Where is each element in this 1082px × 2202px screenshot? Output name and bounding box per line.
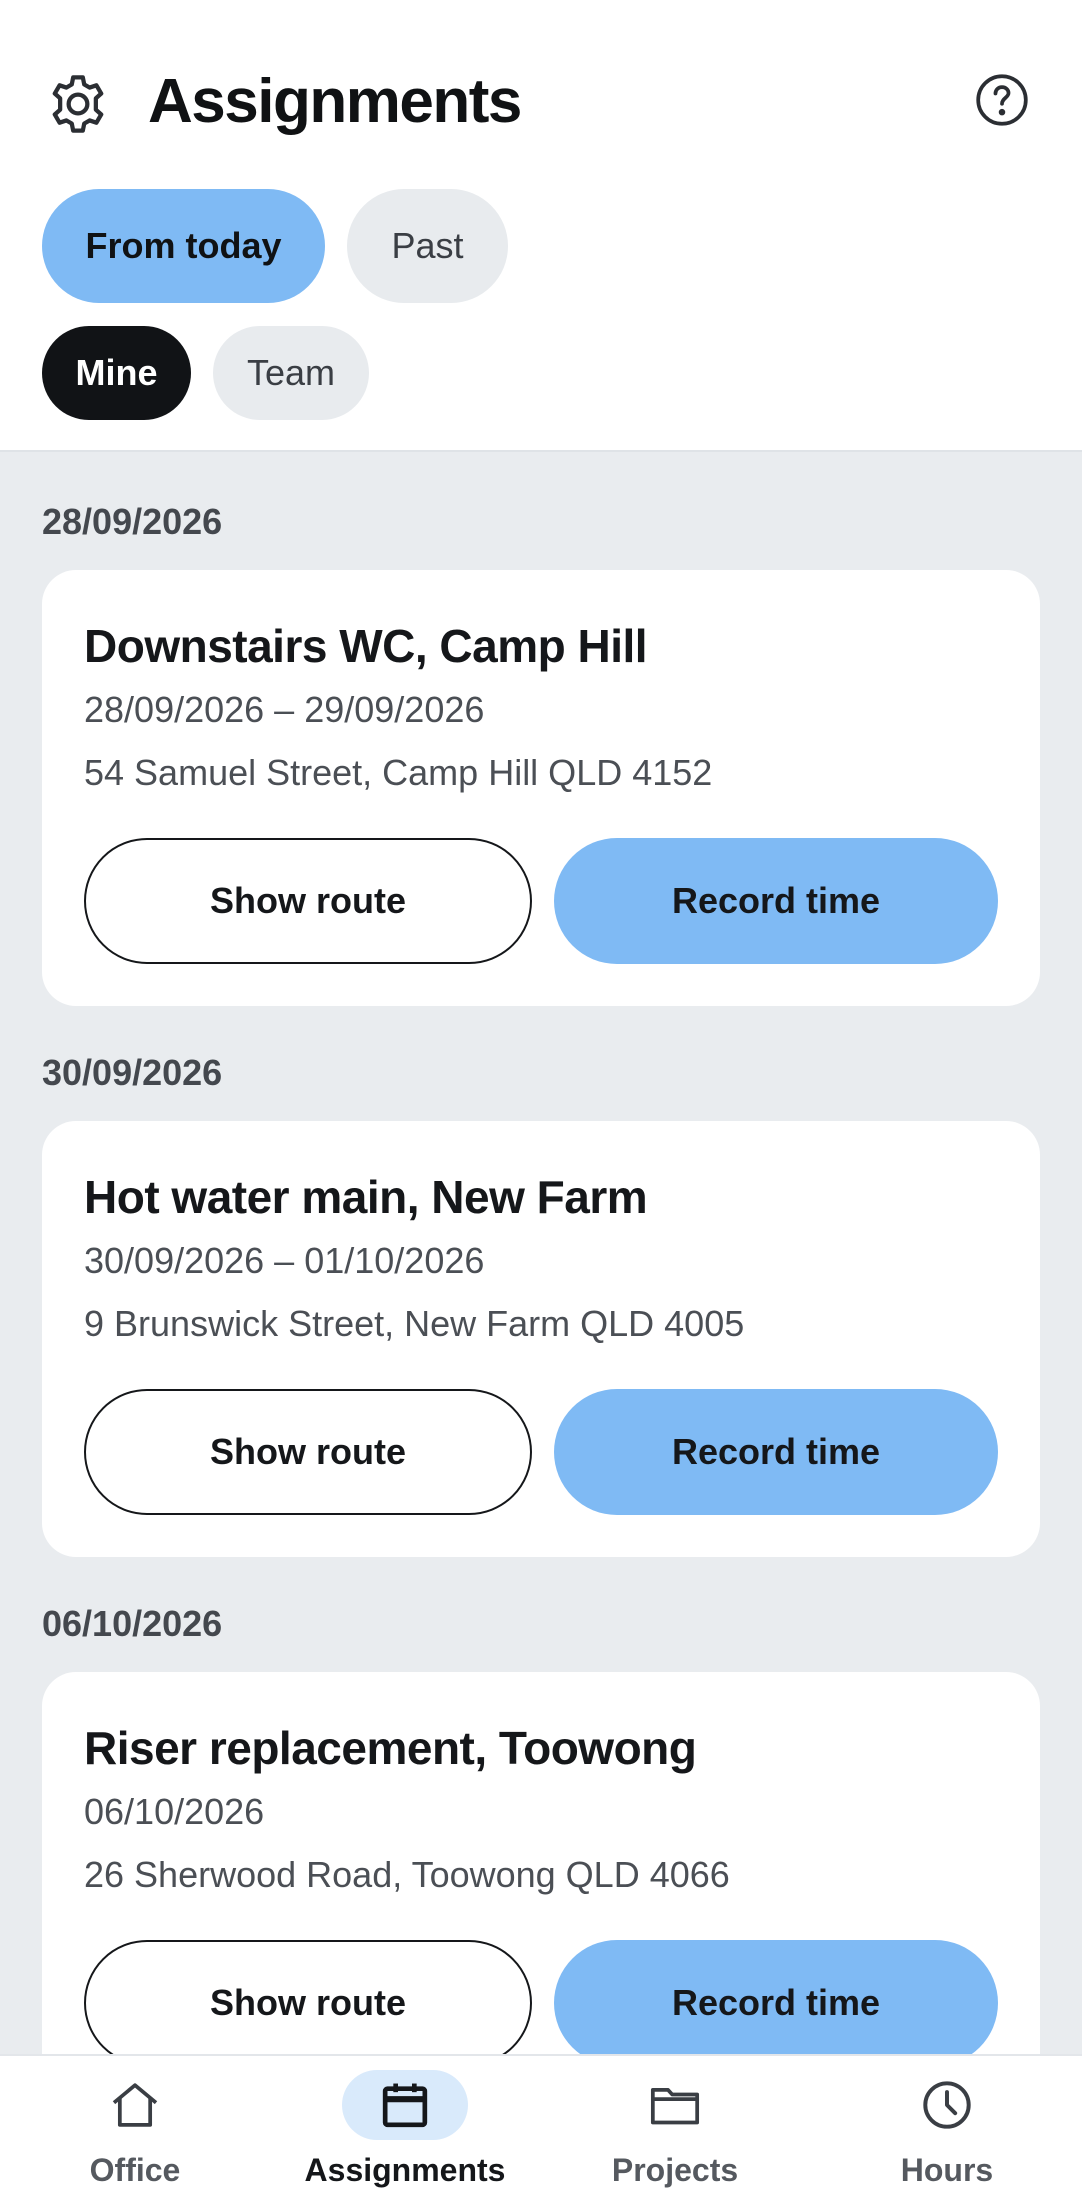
assignment-title: Hot water main, New Farm <box>84 1171 648 1223</box>
show-route-button[interactable]: Show route <box>84 838 532 964</box>
nav-item-office[interactable]: Office <box>0 2056 270 2202</box>
nav-icon-container <box>72 2070 198 2140</box>
assignment-address: 54 Samuel Street, Camp Hill QLD 4152 <box>84 752 713 793</box>
filter-mine-chip[interactable]: Mine <box>42 326 191 420</box>
assignment-dates: 30/09/2026 – 01/10/2026 <box>84 1240 485 1281</box>
assignment-address: 26 Sherwood Road, Toowong QLD 4066 <box>84 1854 730 1895</box>
nav-item-hours[interactable]: Hours <box>812 2056 1082 2202</box>
nav-icon-container <box>612 2070 738 2140</box>
date-group-label: 28/09/2026 <box>42 501 223 542</box>
assignment-title: Riser replacement, Toowong <box>84 1722 697 1774</box>
nav-item-assignments[interactable]: Assignments <box>270 2056 540 2202</box>
record-time-button[interactable]: Record time <box>554 838 998 964</box>
filter-past-chip[interactable]: Past <box>347 189 508 303</box>
gear-icon[interactable] <box>44 70 112 138</box>
record-time-button[interactable]: Record time <box>554 1389 998 1515</box>
nav-item-projects[interactable]: Projects <box>540 2056 810 2202</box>
calendar-icon <box>382 2083 428 2128</box>
assignment-card[interactable]: Hot water main, New Farm 30/09/2026 – 01… <box>42 1121 1040 1557</box>
assignment-dates: 28/09/2026 – 29/09/2026 <box>84 689 485 730</box>
nav-label: Assignments <box>304 2152 506 2188</box>
record-time-button[interactable]: Record time <box>554 1940 998 2066</box>
bottom-nav: Office Assignments Projects Hours <box>0 2054 1082 2202</box>
nav-label: Office <box>89 2152 181 2188</box>
nav-label: Hours <box>900 2152 994 2188</box>
page-title: Assignments <box>148 67 522 136</box>
date-group-label: 30/09/2026 <box>42 1052 223 1093</box>
home-icon <box>112 2083 158 2127</box>
assignments-screen: Assignments From today Past Mine Team 28… <box>0 0 1082 2202</box>
nav-icon-container <box>884 2070 1010 2140</box>
show-route-button[interactable]: Show route <box>84 1940 532 2066</box>
assignment-address: 9 Brunswick Street, New Farm QLD 4005 <box>84 1303 745 1344</box>
assignment-card[interactable]: Downstairs WC, Camp Hill 28/09/2026 – 29… <box>42 570 1040 1006</box>
assignment-card[interactable]: Riser replacement, Toowong 06/10/2026 26… <box>42 1672 1040 2108</box>
date-group-label: 06/10/2026 <box>42 1603 223 1644</box>
clock-icon <box>923 2081 971 2129</box>
filter-from-today-chip[interactable]: From today <box>42 189 325 303</box>
assignment-dates: 06/10/2026 <box>84 1791 265 1832</box>
nav-label: Projects <box>611 2152 739 2188</box>
folder-icon <box>650 2087 700 2125</box>
nav-icon-container <box>342 2070 468 2140</box>
show-route-button[interactable]: Show route <box>84 1389 532 1515</box>
assignment-title: Downstairs WC, Camp Hill <box>84 620 648 672</box>
filter-team-chip[interactable]: Team <box>213 326 369 420</box>
header: Assignments From today Past Mine Team <box>0 0 1082 452</box>
help-circle-icon[interactable] <box>974 72 1030 128</box>
